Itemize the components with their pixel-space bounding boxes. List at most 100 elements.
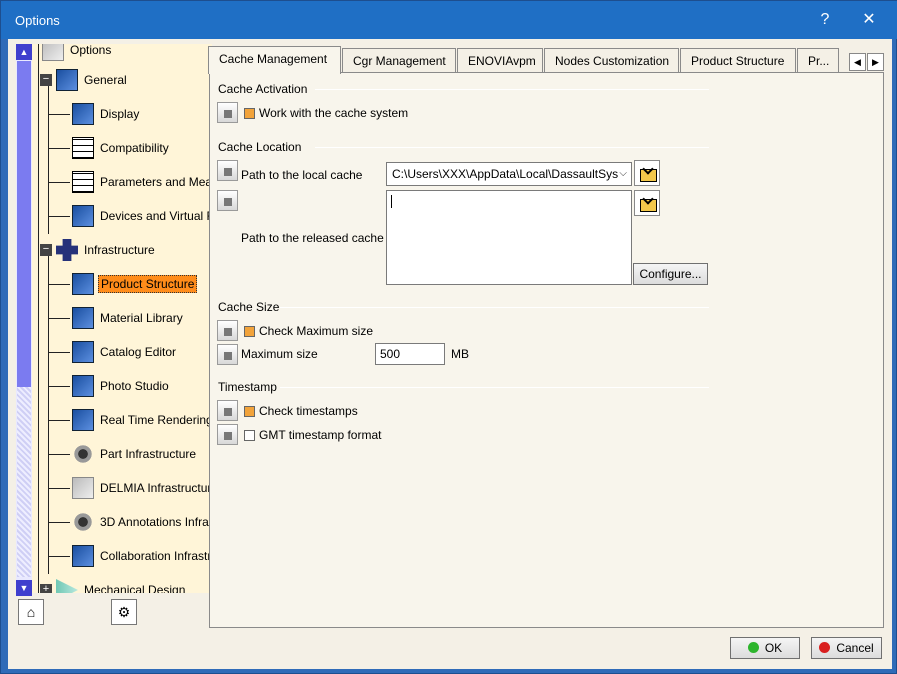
tab-scroll-left-icon[interactable]: ◀ [849, 53, 866, 71]
devices-icon [72, 205, 94, 227]
photo-studio-icon [72, 375, 94, 397]
close-button[interactable]: ✕ [855, 9, 883, 31]
tree-item-options[interactable]: Options [42, 44, 113, 61]
configure-button[interactable]: Configure... [633, 263, 708, 285]
tab-cgr-management[interactable]: Cgr Management [342, 48, 456, 73]
tree-item-catalog-editor[interactable]: Catalog Editor [72, 341, 178, 363]
lock-icon[interactable] [217, 424, 238, 445]
tree-item-material-library[interactable]: Material Library [72, 307, 185, 329]
cache-activation-title: Cache Activation [218, 82, 308, 96]
infrastructure-icon [56, 239, 78, 261]
tab-nodes-customization[interactable]: Nodes Customization [544, 48, 679, 73]
chevron-down-icon: ⌵ [619, 168, 627, 179]
divider [280, 307, 709, 308]
browse-folder-icon[interactable] [634, 190, 660, 216]
catalog-editor-icon [72, 341, 94, 363]
mechanical-design-icon [56, 579, 78, 593]
scroll-down-icon[interactable]: ▼ [16, 580, 32, 596]
tree-home-icon[interactable]: ⌂ [18, 599, 44, 625]
delmia-icon [72, 477, 94, 499]
tree-item-3d-annotations[interactable]: 3D Annotations Infra [72, 511, 211, 533]
tree-scrollbar[interactable]: ▲ ▼ [16, 44, 32, 596]
lock-icon[interactable] [217, 102, 238, 123]
lock-icon[interactable] [217, 160, 238, 181]
expand-mechanical-icon[interactable]: + [40, 584, 52, 593]
scroll-track[interactable] [17, 387, 31, 577]
check-timestamps-checkbox[interactable] [244, 406, 255, 417]
divider [315, 89, 709, 90]
gmt-timestamp-checkbox[interactable] [244, 430, 255, 441]
tree-item-collaboration[interactable]: Collaboration Infrastr [72, 545, 212, 567]
text-caret [391, 195, 392, 208]
tab-enoviavpm[interactable]: ENOVIAvpm [457, 48, 543, 73]
released-cache-textarea[interactable] [386, 190, 632, 285]
max-size-label: Maximum size [241, 347, 318, 361]
work-with-cache-checkbox[interactable] [244, 108, 255, 119]
lock-icon[interactable] [217, 190, 238, 211]
tab-more[interactable]: Pr... [797, 48, 839, 73]
divider [315, 147, 709, 148]
ok-icon [747, 642, 759, 653]
annotations-icon [72, 511, 94, 533]
compatibility-icon [72, 137, 94, 159]
browse-folder-icon[interactable] [634, 160, 660, 186]
local-cache-path-combo[interactable]: C:\Users\XXX\AppData\Local\DassaultSys ⌵ [386, 162, 632, 186]
scroll-thumb[interactable] [17, 61, 31, 387]
collapse-infrastructure-icon[interactable]: − [40, 244, 52, 256]
local-cache-path-value: C:\Users\XXX\AppData\Local\DassaultSys [392, 167, 619, 181]
check-timestamps-label: Check timestamps [259, 404, 358, 418]
tree-item-general[interactable]: General [56, 69, 129, 91]
gmt-timestamp-label: GMT timestamp format [259, 428, 382, 442]
lock-icon[interactable] [217, 320, 238, 341]
cache-location-title: Cache Location [218, 140, 302, 154]
released-cache-label: Path to the released cache [241, 231, 384, 245]
window-title: Options [15, 13, 60, 28]
tree-item-parameters[interactable]: Parameters and Measu [72, 171, 212, 193]
options-tree[interactable]: Options − General Display Compatibility … [16, 44, 212, 593]
tab-cache-management[interactable]: Cache Management [208, 46, 341, 74]
cache-size-title: Cache Size [218, 300, 280, 314]
check-max-size-checkbox[interactable] [244, 326, 255, 337]
cache-management-panel: Cache Activation Work with the cache sys… [209, 72, 884, 628]
part-infrastructure-icon [72, 443, 94, 465]
material-library-icon [72, 307, 94, 329]
tab-product-structure[interactable]: Product Structure [680, 48, 796, 73]
real-time-rendering-icon [72, 409, 94, 431]
tree-item-part-infrastructure[interactable]: Part Infrastructure [72, 443, 198, 465]
tab-scroll-right-icon[interactable]: ▶ [867, 53, 884, 71]
tree-item-infrastructure[interactable]: Infrastructure [56, 239, 157, 261]
divider [280, 387, 709, 388]
cancel-icon [819, 642, 831, 653]
options-root-icon [42, 44, 64, 61]
tree-item-compatibility[interactable]: Compatibility [72, 137, 171, 159]
tree-options-icon[interactable]: ⚙ [111, 599, 137, 625]
tree-item-real-time-rendering[interactable]: Real Time Rendering [72, 409, 212, 431]
product-structure-icon [72, 273, 94, 295]
tree-item-photo-studio[interactable]: Photo Studio [72, 375, 171, 397]
scroll-up-icon[interactable]: ▲ [16, 44, 32, 60]
general-icon [56, 69, 78, 91]
tree-item-product-structure[interactable]: Product Structure [72, 273, 198, 295]
parameters-icon [72, 171, 94, 193]
tree-item-delmia[interactable]: DELMIA Infrastructure [72, 477, 212, 499]
ok-button[interactable]: OK [730, 637, 800, 659]
max-size-unit: MB [451, 347, 469, 361]
options-window: Options ? ✕ Options − General Display Co… [0, 0, 897, 674]
lock-icon[interactable] [217, 400, 238, 421]
local-cache-label: Path to the local cache [241, 168, 363, 182]
help-button[interactable]: ? [811, 9, 839, 31]
timestamp-title: Timestamp [218, 380, 277, 394]
tree-item-display[interactable]: Display [72, 103, 141, 125]
max-size-input[interactable]: 500 [375, 343, 445, 365]
tree-item-mechanical-design[interactable]: Mechanical Design [56, 579, 187, 593]
display-icon [72, 103, 94, 125]
work-with-cache-label: Work with the cache system [259, 106, 409, 120]
dialog-client: Options − General Display Compatibility … [8, 39, 892, 669]
collapse-general-icon[interactable]: − [40, 74, 52, 86]
cancel-button[interactable]: Cancel [811, 637, 882, 659]
collaboration-icon [72, 545, 94, 567]
tree-item-devices[interactable]: Devices and Virtual Re [72, 205, 212, 227]
lock-icon[interactable] [217, 344, 238, 365]
title-bar: Options ? ✕ [1, 1, 897, 39]
check-max-size-label: Check Maximum size [259, 324, 374, 338]
